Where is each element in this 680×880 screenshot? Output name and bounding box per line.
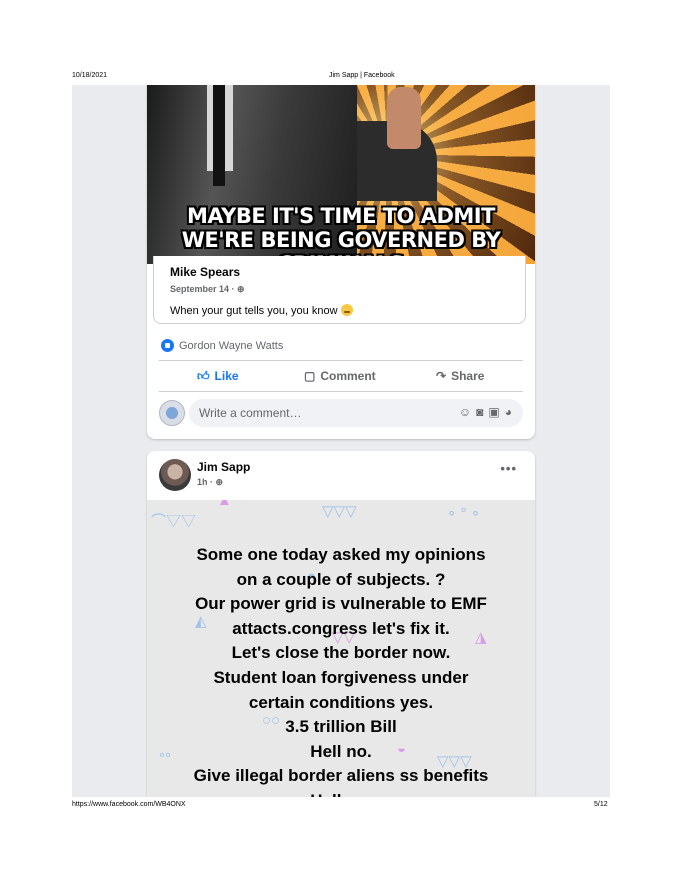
post-author-name[interactable]: Jim Sapp <box>197 460 250 474</box>
more-options-icon[interactable]: ••• <box>500 461 517 476</box>
comment-input[interactable]: Write a comment… ☺◙▣◕ <box>189 399 523 427</box>
shared-post-box[interactable]: Mike Spears September 14 · ⊕ When your g… <box>153 256 526 324</box>
reactors-names[interactable]: Gordon Wayne Watts <box>179 340 283 352</box>
shared-author-name[interactable]: Mike Spears <box>170 265 240 279</box>
share-button[interactable]: ↷ Share <box>436 369 484 383</box>
divider <box>159 360 523 361</box>
reactions-summary[interactable]: Gordon Wayne Watts <box>161 339 283 352</box>
thumbs-up-icon: 👍︎ <box>197 369 210 383</box>
gif-icon[interactable]: ▣ <box>488 405 504 419</box>
share-icon: ↷ <box>436 369 447 383</box>
bunting-decoration: ⌒▽▽ <box>151 513 197 530</box>
meme-image[interactable]: MAYBE IT'S TIME TO ADMIT WE'RE BEING GOV… <box>147 85 535 264</box>
hat-decoration: ▲ <box>217 500 232 509</box>
shared-post-date[interactable]: September 14 · ⊕ <box>170 284 245 295</box>
globe-icon: ⊕ <box>237 284 245 294</box>
like-button[interactable]: 👍︎ Like <box>197 369 239 384</box>
confetti-decoration: ∘ ° ∘ <box>447 505 481 522</box>
post-card-2: Jim Sapp 1h · ⊕ ••• ⌒▽▽ ▽▽▽ ∘ ° ∘ ▲ ◭ ◓ … <box>147 451 535 797</box>
divider <box>159 391 523 392</box>
comment-icon: ▢ <box>304 369 316 383</box>
thinking-emoji-icon <box>340 304 353 316</box>
globe-icon: ⊕ <box>215 477 224 487</box>
news-feed: MAYBE IT'S TIME TO ADMIT WE'RE BEING GOV… <box>72 85 610 797</box>
sticker-icon[interactable]: ◕ <box>505 405 517 419</box>
print-page-number: 5/12 <box>594 801 608 808</box>
commenter-avatar[interactable] <box>159 400 185 426</box>
print-title: Jim Sapp | Facebook <box>329 72 395 79</box>
author-avatar[interactable] <box>159 459 191 491</box>
comment-placeholder: Write a comment… <box>199 406 302 420</box>
bunting-decoration: ▽▽▽ <box>322 503 357 520</box>
post-body-text: Some one today asked my opinions on a co… <box>193 545 489 797</box>
comment-button[interactable]: ▢ Comment <box>304 369 376 383</box>
post-background: ⌒▽▽ ▽▽▽ ∘ ° ∘ ▲ ◭ ◓ ▽▽ ◮ ○○ °° ◒ ▽▽▽ Som… <box>147 500 535 797</box>
print-date: 10/18/2021 <box>72 72 108 79</box>
camera-icon[interactable]: ◙ <box>476 405 488 419</box>
print-url: https://www.facebook.com/WB4ONX <box>72 801 186 808</box>
post-timestamp[interactable]: 1h · ⊕ <box>197 477 223 488</box>
meme-caption-line-1: MAYBE IT'S TIME TO ADMIT <box>187 204 495 228</box>
like-reaction-icon <box>161 339 174 352</box>
shared-post-message: When your gut tells you, you know <box>170 304 353 317</box>
comment-tools: ☺◙▣◕ <box>459 405 517 419</box>
post-card-1: MAYBE IT'S TIME TO ADMIT WE'RE BEING GOV… <box>147 85 535 439</box>
emoji-icon[interactable]: ☺ <box>459 405 476 419</box>
